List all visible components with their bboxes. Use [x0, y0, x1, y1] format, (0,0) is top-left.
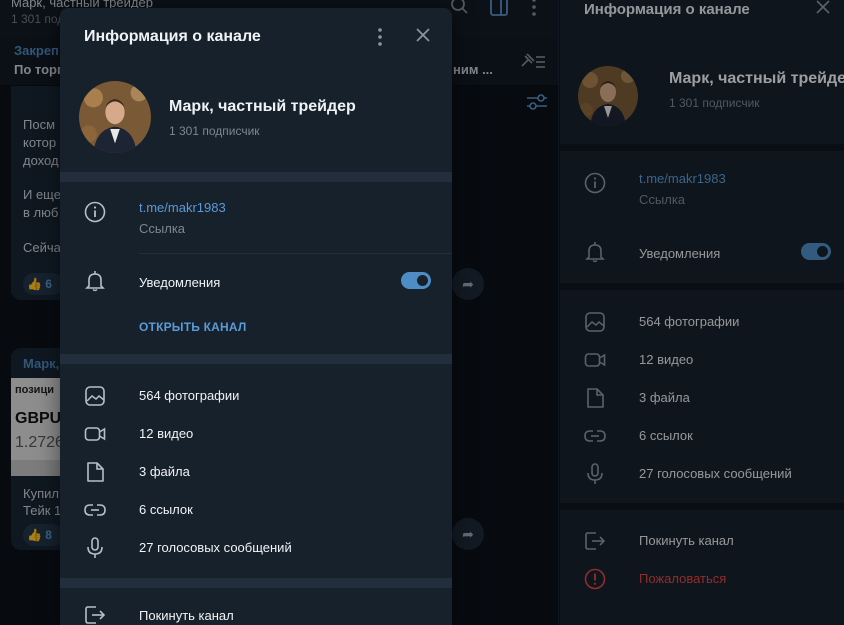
bell-icon	[84, 270, 106, 292]
row-divider	[139, 253, 452, 254]
file-icon	[84, 461, 106, 483]
avatar[interactable]	[79, 81, 151, 153]
leave-icon	[84, 604, 106, 625]
video-icon	[84, 423, 106, 445]
section-divider	[60, 354, 452, 364]
media-files[interactable]: 3 файла	[139, 464, 190, 479]
leave-channel[interactable]: Покинуть канал	[139, 608, 234, 623]
subscriber-count: 1 301 подписчик	[169, 124, 260, 138]
media-photos[interactable]: 564 фотографии	[139, 388, 239, 403]
modal-title: Информация о канале	[84, 28, 261, 45]
open-channel-button[interactable]: ОТКРЫТЬ КАНАЛ	[139, 320, 247, 334]
media-links[interactable]: 6 ссылок	[139, 502, 193, 517]
notifications-label: Уведомления	[139, 275, 221, 290]
info-icon	[84, 201, 106, 223]
media-voice[interactable]: 27 голосовых сообщений	[139, 540, 292, 555]
channel-info-modal: Информация о канале Марк, частный трейде…	[60, 8, 452, 625]
link-icon	[84, 499, 106, 521]
notifications-toggle[interactable]	[401, 272, 431, 289]
photo-icon	[84, 385, 106, 407]
panel-overlay	[559, 0, 844, 625]
link-caption: Ссылка	[139, 221, 186, 236]
microphone-icon	[84, 537, 106, 559]
media-videos[interactable]: 12 видео	[139, 426, 193, 441]
channel-name: Марк, частный трейдер	[169, 98, 356, 115]
section-divider	[60, 578, 452, 588]
more-vertical-icon[interactable]	[376, 27, 384, 47]
channel-link[interactable]: t.me/makr1983	[139, 200, 226, 215]
section-divider	[60, 172, 452, 182]
close-icon[interactable]	[415, 27, 431, 43]
